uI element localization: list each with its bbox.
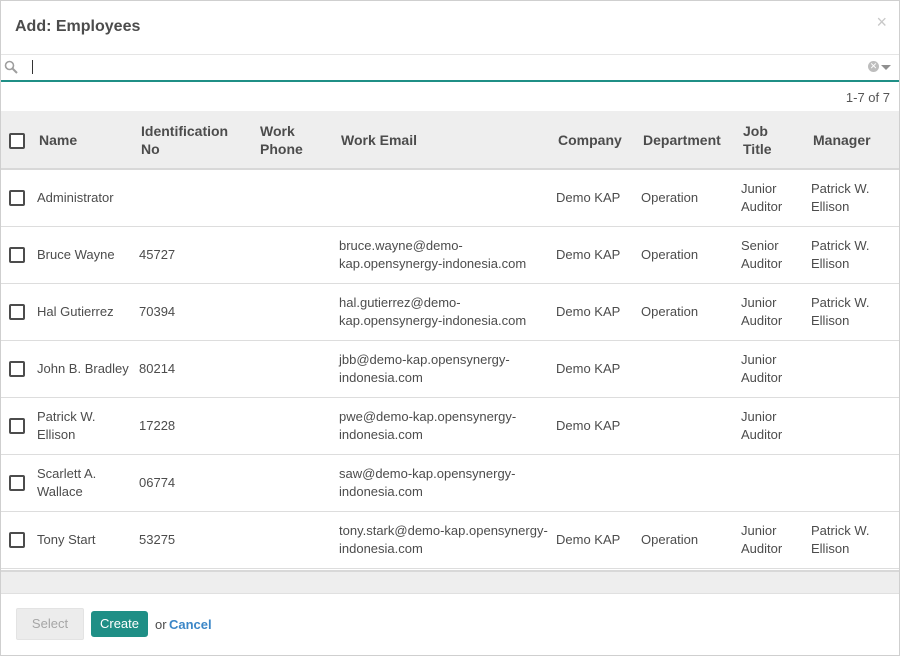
column-header-name[interactable]: Name [33, 111, 135, 169]
cell-company: Demo KAP [556, 246, 621, 262]
row-checkbox[interactable] [9, 361, 25, 378]
cell-work-phone [254, 340, 335, 397]
search-icon [4, 60, 18, 74]
dialog-header: Add: Employees × [1, 1, 899, 55]
select-all-checkbox[interactable] [9, 132, 25, 149]
table-row[interactable]: Bruce Wayne 45727 bruce.wayne@demo-kap.o… [1, 226, 899, 283]
cell-job-title: Senior Auditor [741, 237, 783, 271]
cell-work-email [335, 169, 552, 226]
row-checkbox[interactable] [9, 190, 25, 207]
cell-job-title: Junior Auditor [741, 351, 783, 385]
column-header-identification-no[interactable]: Identification No [135, 111, 254, 169]
table-row[interactable]: Hal Gutierrez 70394 hal.gutierrez@demo-k… [1, 283, 899, 340]
cell-company [552, 454, 637, 511]
cell-work-email: tony.stark@demo-kap.opensynergy-indonesi… [339, 522, 548, 556]
cell-identification-no: 70394 [139, 303, 176, 319]
cell-job-title [737, 454, 807, 511]
cell-name: John B. Bradley [37, 360, 129, 376]
cell-company: Demo KAP [556, 189, 621, 205]
cell-manager [807, 340, 899, 397]
row-checkbox[interactable] [9, 475, 25, 492]
column-header-company[interactable]: Company [552, 111, 637, 169]
cell-manager [807, 454, 899, 511]
select-all-cell [1, 111, 33, 169]
column-header-work-phone[interactable]: Work Phone [254, 111, 335, 169]
cell-identification-no: 80214 [139, 360, 176, 376]
cell-manager: Patrick W. Ellison [811, 180, 870, 214]
cell-work-phone [254, 283, 335, 340]
or-text: or [155, 617, 167, 632]
cell-department [637, 454, 737, 511]
cell-job-title: Junior Auditor [741, 294, 783, 328]
cell-work-email: bruce.wayne@demo-kap.opensynergy-indones… [339, 237, 527, 271]
close-icon[interactable]: × [876, 13, 887, 31]
cell-name: Tony Start [37, 531, 96, 547]
cell-work-phone [254, 226, 335, 283]
cell-name: Hal Gutierrez [37, 303, 114, 319]
cell-department [637, 397, 737, 454]
cell-identification-no: 17228 [139, 417, 176, 433]
cell-department: Operation [641, 303, 699, 319]
cell-identification-no [135, 169, 254, 226]
column-header-department[interactable]: Department [637, 111, 737, 169]
table-row[interactable]: John B. Bradley 80214 jbb@demo-kap.opens… [1, 340, 899, 397]
cell-manager: Patrick W. Ellison [811, 237, 870, 271]
cell-job-title: Junior Auditor [741, 522, 783, 556]
cell-company: Demo KAP [556, 303, 621, 319]
column-header-job-title[interactable]: Job Title [737, 111, 807, 169]
cell-department: Operation [641, 189, 699, 205]
cell-department: Operation [641, 531, 699, 547]
cancel-link[interactable]: Cancel [169, 617, 212, 632]
cell-work-phone [254, 169, 335, 226]
cell-job-title: Junior Auditor [741, 180, 783, 214]
cell-name: Patrick W. Ellison [37, 408, 96, 442]
column-header-work-email[interactable]: Work Email [335, 111, 552, 169]
cell-work-phone [254, 511, 335, 568]
row-checkbox[interactable] [9, 304, 25, 321]
select-button[interactable]: Select [16, 608, 84, 640]
cell-work-email: jbb@demo-kap.opensynergy-indonesia.com [339, 351, 510, 385]
cell-name: Bruce Wayne [37, 246, 115, 262]
cell-work-phone [254, 397, 335, 454]
add-employees-dialog: Add: Employees × ✕ 1-7 of 7 Name Identif… [0, 0, 900, 656]
column-header-manager[interactable]: Manager [807, 111, 899, 169]
table-row[interactable]: Patrick W. Ellison 17228 pwe@demo-kap.ope… [1, 397, 899, 454]
cell-name: Scarlett A. Wallace [37, 465, 97, 499]
cell-department: Operation [641, 246, 699, 262]
cell-identification-no: 06774 [139, 474, 176, 490]
search-bar: ✕ [1, 55, 899, 82]
cell-manager: Patrick W. Ellison [811, 294, 870, 328]
search-input[interactable] [29, 57, 849, 77]
table-row[interactable]: Tony Start 53275 tony.stark@demo-kap.ope… [1, 511, 899, 568]
dialog-footer: Select Create or Cancel [1, 591, 899, 655]
employees-table: Name Identification No Work Phone Work Ema… [1, 111, 899, 569]
cell-manager: Patrick W. Ellison [811, 522, 870, 556]
cell-identification-no: 53275 [139, 531, 176, 547]
cell-job-title: Junior Auditor [741, 408, 783, 442]
cell-company: Demo KAP [556, 360, 621, 376]
table-header-row: Name Identification No Work Phone Work Ema… [1, 111, 899, 169]
cell-manager [807, 397, 899, 454]
create-button[interactable]: Create [91, 611, 148, 637]
chevron-down-icon[interactable] [881, 65, 891, 70]
cell-company: Demo KAP [556, 417, 621, 433]
row-checkbox[interactable] [9, 532, 25, 549]
cell-work-phone [254, 454, 335, 511]
row-checkbox[interactable] [9, 247, 25, 264]
clear-search-icon[interactable]: ✕ [868, 61, 879, 72]
dialog-title: Add: Employees [15, 18, 141, 35]
cell-work-email: saw@demo-kap.opensynergy-indonesia.com [339, 465, 516, 499]
cell-work-email: pwe@demo-kap.opensynergy-indonesia.com [339, 408, 517, 442]
table-row[interactable]: Administrator Demo KAP Operation Junior A… [1, 169, 899, 226]
cell-department [637, 340, 737, 397]
cell-identification-no: 45727 [139, 246, 176, 262]
cell-work-email: hal.gutierrez@demo-kap.opensynergy-indon… [339, 294, 527, 328]
cell-company: Demo KAP [556, 531, 621, 547]
pager-value[interactable]: 1-7 of 7 [846, 90, 890, 105]
table-row[interactable]: Scarlett A. Wallace 06774 saw@demo-kap.op… [1, 454, 899, 511]
row-checkbox[interactable] [9, 418, 25, 435]
cell-name: Administrator [37, 189, 114, 205]
text-cursor [32, 60, 33, 74]
